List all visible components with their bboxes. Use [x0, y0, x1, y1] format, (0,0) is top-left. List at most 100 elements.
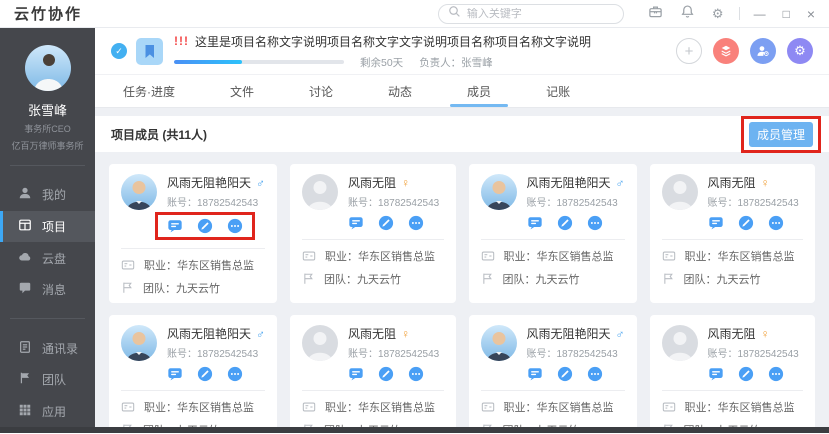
card-divider: [302, 239, 444, 240]
more-icon[interactable]: [587, 215, 603, 231]
chat-icon[interactable]: [527, 215, 543, 231]
sidebar-profile: 张雪峰 事务所CEO 亿百万律师事务所: [0, 28, 95, 152]
member-avatar[interactable]: [121, 325, 157, 361]
gear-icon[interactable]: ⚙: [712, 7, 724, 20]
member-name: 风雨无阻艳阳天: [526, 327, 611, 341]
member-account: 账号：18782542543: [707, 349, 799, 360]
gender-icon: ♀: [401, 175, 411, 190]
edit-icon[interactable]: [557, 215, 573, 231]
member-avatar[interactable]: [302, 174, 339, 210]
member-card: 风雨无阻 ♀ 账号：18782542543: [649, 164, 815, 303]
bell-icon[interactable]: [680, 4, 695, 24]
member-card: 风雨无阻艳阳天 ♂ 账号：18782542543: [109, 315, 278, 427]
members-section-header: 项目成员 (共11人) 成员管理: [95, 115, 829, 153]
team-flag-icon: [662, 423, 675, 427]
tab-ledger[interactable]: 记账: [542, 75, 574, 107]
edit-icon[interactable]: [378, 366, 394, 382]
chat-icon[interactable]: [708, 215, 724, 231]
gender-icon: ♀: [401, 326, 411, 341]
sidebar-item-mine[interactable]: 我的: [0, 179, 95, 211]
team-flag-icon: [121, 281, 134, 294]
id-card-icon: [481, 249, 495, 263]
sidebar-item-label: 我的: [42, 188, 67, 203]
member-job: 职业：华东区销售总监: [684, 250, 795, 263]
tab-discussion[interactable]: 讨论: [305, 75, 337, 107]
chat-icon[interactable]: [348, 215, 364, 231]
card-divider: [480, 390, 625, 391]
settings-gear-icon[interactable]: ⚙: [787, 38, 813, 64]
member-avatar[interactable]: [480, 325, 517, 361]
member-team: 团队：九天云竹: [324, 422, 401, 428]
member-avatar[interactable]: [661, 174, 698, 210]
tab-activity[interactable]: 动态: [384, 75, 416, 107]
member-settings-icon[interactable]: [750, 38, 776, 64]
message-icon: [18, 281, 32, 298]
edit-icon[interactable]: [557, 366, 573, 382]
more-icon[interactable]: [768, 215, 784, 231]
edit-icon[interactable]: [738, 366, 754, 382]
chat-icon[interactable]: [167, 366, 183, 382]
tab-tasks[interactable]: 任务·进度: [119, 75, 179, 107]
member-card: 风雨无阻艳阳天 ♂ 账号：18782542543: [468, 164, 637, 303]
edit-icon[interactable]: [738, 215, 754, 231]
edit-icon[interactable]: [197, 366, 213, 382]
member-avatar[interactable]: [661, 325, 698, 361]
sidebar-item-apps[interactable]: 应用: [0, 395, 95, 427]
member-job: 职业：华东区销售总监: [684, 401, 795, 414]
chat-icon[interactable]: [167, 218, 183, 234]
close-button[interactable]: ×: [807, 7, 815, 21]
search-input[interactable]: [466, 7, 614, 20]
member-actions: [708, 215, 803, 231]
sidebar-item-cloud[interactable]: 云盘: [0, 242, 95, 274]
sidebar: 张雪峰 事务所CEO 亿百万律师事务所 我的 项目 云盘 消息 通讯录 团队 应…: [0, 28, 95, 427]
search-box[interactable]: [437, 3, 624, 24]
minimize-button[interactable]: —: [754, 8, 766, 20]
member-avatar[interactable]: [121, 174, 157, 210]
team-flag-icon: [302, 272, 315, 285]
more-icon[interactable]: [408, 366, 424, 382]
edit-icon[interactable]: [197, 218, 213, 234]
manage-members-button[interactable]: 成员管理: [749, 121, 813, 147]
member-actions: [527, 366, 625, 382]
sidebar-item-team[interactable]: 团队: [0, 364, 95, 396]
sidebar-item-messages[interactable]: 消息: [0, 274, 95, 306]
members-count-title: 项目成员 (共11人): [111, 127, 208, 142]
sidebar-divider: [10, 165, 85, 167]
card-divider: [302, 390, 444, 391]
tab-members[interactable]: 成员: [463, 75, 495, 107]
sidebar-item-label: 团队: [42, 373, 67, 388]
project-tile-icon: [136, 37, 163, 65]
project-owner: 负责人：张雪峰: [419, 56, 493, 69]
chat-icon[interactable]: [348, 366, 364, 382]
more-icon[interactable]: [768, 366, 784, 382]
sidebar-item-projects[interactable]: 项目: [0, 210, 95, 243]
tab-files[interactable]: 文件: [226, 75, 258, 107]
more-icon[interactable]: [408, 215, 424, 231]
team-flag-icon: [481, 272, 494, 285]
layers-icon[interactable]: [713, 38, 739, 64]
contacts-icon: [18, 340, 32, 357]
member-card: 风雨无阻艳阳天 ♂ 账号：18782542543: [109, 164, 278, 303]
check-icon[interactable]: ✓: [111, 43, 127, 59]
avatar[interactable]: [24, 45, 71, 91]
app-logo: 云竹协作: [14, 5, 83, 23]
member-avatar[interactable]: [480, 174, 517, 210]
member-account: 账号：18782542543: [526, 198, 618, 209]
titlebar: 云竹协作 ⚙ — □ ×: [0, 0, 829, 28]
member-job: 职业：华东区销售总监: [144, 259, 254, 272]
member-avatar[interactable]: [302, 325, 339, 361]
chat-icon[interactable]: [527, 366, 543, 382]
maximize-button[interactable]: □: [783, 8, 790, 20]
edit-icon[interactable]: [378, 215, 394, 231]
more-icon[interactable]: [227, 366, 243, 382]
member-name: 风雨无阻: [348, 176, 397, 190]
member-job: 职业：华东区销售总监: [144, 401, 254, 414]
add-icon[interactable]: +: [676, 38, 702, 64]
tab-bar: 任务·进度 文件 讨论 动态 成员 记账: [95, 75, 829, 108]
briefcase-icon[interactable]: [648, 4, 663, 24]
user-title: 事务所CEO: [24, 124, 71, 134]
more-icon[interactable]: [227, 218, 243, 234]
chat-icon[interactable]: [708, 366, 724, 382]
more-icon[interactable]: [587, 366, 603, 382]
sidebar-item-contacts[interactable]: 通讯录: [0, 332, 95, 364]
